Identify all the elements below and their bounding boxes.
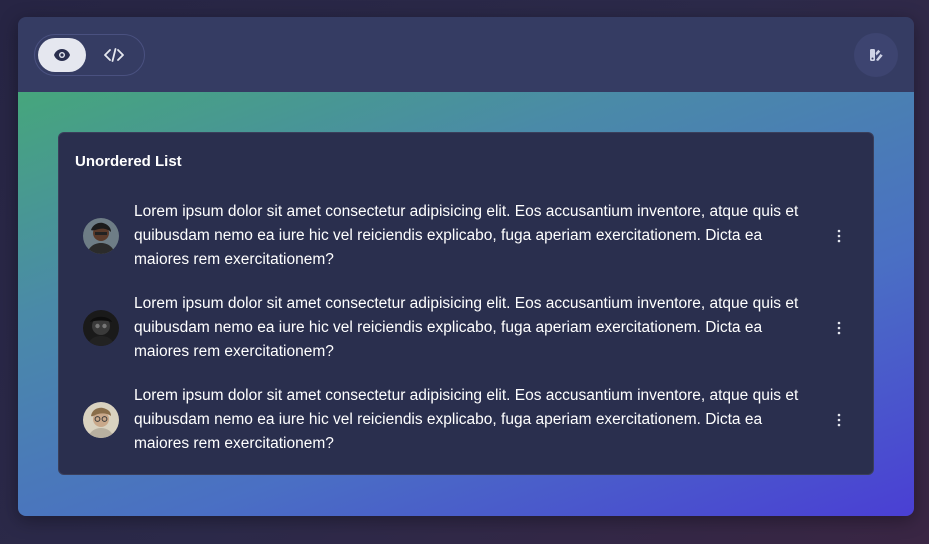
list-item: Lorem ipsum dolor sit amet consectetur a…	[75, 190, 857, 282]
list-item-text: Lorem ipsum dolor sit amet consectetur a…	[134, 387, 799, 452]
more-options-button[interactable]	[829, 222, 849, 250]
eye-icon	[54, 48, 70, 61]
toolbar	[18, 17, 914, 92]
preview-toggle-button[interactable]	[38, 37, 86, 72]
theme-button[interactable]	[854, 32, 898, 77]
list-item-text: Lorem ipsum dolor sit amet consectetur a…	[134, 295, 799, 360]
preview-stage: Unordered List Lorem ipsum dolor sit ame…	[18, 92, 914, 516]
more-vertical-icon	[837, 321, 841, 335]
list-card: Unordered List Lorem ipsum dolor sit ame…	[58, 132, 874, 475]
view-toggle-group	[34, 33, 145, 76]
list-item: Lorem ipsum dolor sit amet consectetur a…	[75, 282, 857, 374]
code-icon	[104, 47, 124, 62]
preview-frame: Unordered List Lorem ipsum dolor sit ame…	[18, 17, 914, 516]
avatar	[83, 310, 119, 346]
more-vertical-icon	[837, 229, 841, 243]
more-options-button[interactable]	[829, 406, 849, 434]
list-item-text: Lorem ipsum dolor sit amet consectetur a…	[134, 203, 799, 268]
unordered-list: Lorem ipsum dolor sit amet consectetur a…	[75, 190, 857, 466]
avatar	[83, 402, 119, 438]
avatar	[83, 218, 119, 254]
more-vertical-icon	[837, 413, 841, 427]
list-item: Lorem ipsum dolor sit amet consectetur a…	[75, 374, 857, 466]
card-title: Unordered List	[75, 153, 182, 170]
code-toggle-button[interactable]	[90, 38, 138, 72]
theme-palette-icon	[870, 48, 883, 61]
more-options-button[interactable]	[829, 314, 849, 342]
